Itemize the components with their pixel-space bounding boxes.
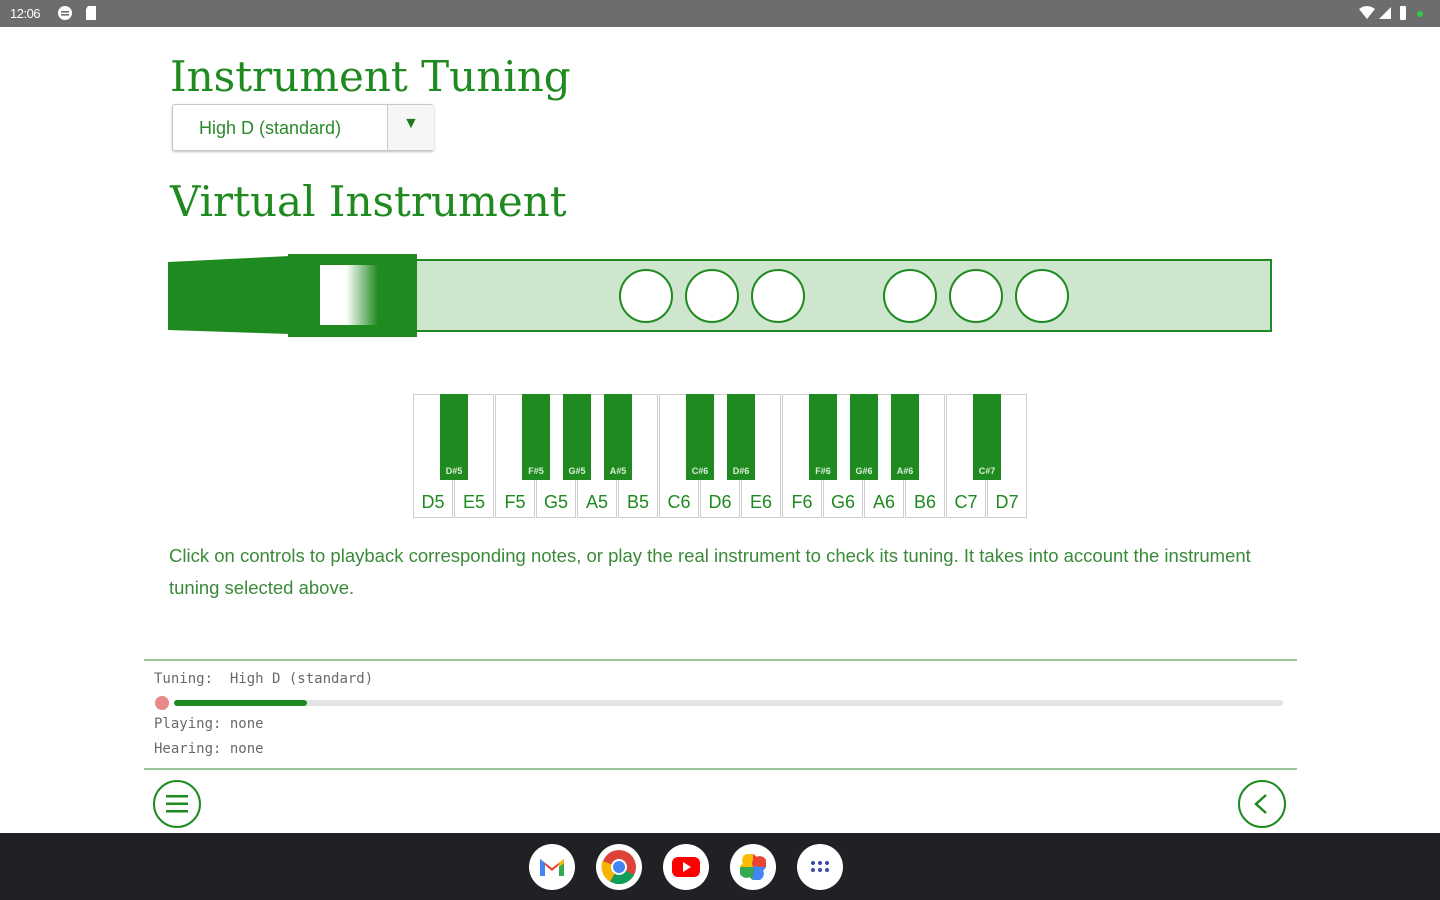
white-key-label: G6 [830, 492, 855, 512]
black-key-label: F#5 [528, 466, 544, 476]
black-key-d-sharp-5[interactable]: D#5 [440, 394, 468, 480]
black-key-d-sharp-6[interactable]: D#6 [727, 394, 755, 480]
tuning-status: Tuning: High D (standard) [154, 671, 373, 687]
finger-hole-6[interactable] [1015, 269, 1069, 323]
back-button[interactable] [1238, 780, 1286, 828]
white-key-label: F5 [504, 492, 526, 512]
black-key-g-sharp-6[interactable]: G#6 [850, 394, 878, 480]
whistle-body [415, 259, 1272, 332]
black-key-c-sharp-6[interactable]: C#6 [686, 394, 714, 480]
whistle-mouthpiece [168, 256, 290, 334]
photos-icon[interactable] [730, 844, 776, 890]
chevron-left-icon [1254, 794, 1267, 814]
playing-status-value: none [229, 716, 264, 732]
instructions-text: Click on controls to playback correspond… [169, 545, 1251, 598]
hearing-status-value: none [229, 741, 264, 757]
level-meter [174, 700, 1283, 706]
level-meter-fill [174, 700, 308, 706]
finger-hole-2[interactable] [685, 269, 739, 323]
hearing-status-label: Hearing: [154, 741, 222, 757]
piano-keyboard: D5 E5 F5 G5 A5 B5 C6 D6 E6 F6 G6 A6 B6 C7 D7 D#5 F#5 G#5 A… [413, 394, 1028, 520]
white-key-label: B5 [626, 492, 650, 512]
white-key-label: D6 [708, 492, 732, 512]
white-key-label: D7 [995, 492, 1019, 512]
finger-hole-1[interactable] [619, 269, 673, 323]
youtube-icon[interactable] [663, 844, 709, 890]
divider [144, 768, 1297, 770]
black-key-label: C#7 [978, 466, 996, 476]
white-key-label: A6 [872, 492, 896, 512]
white-key-label: E6 [749, 492, 773, 512]
white-key-label: C7 [954, 492, 978, 512]
black-key-f-sharp-5[interactable]: F#5 [522, 394, 550, 480]
black-key-c-sharp-7[interactable]: C#7 [973, 394, 1001, 480]
app-launcher-icon[interactable] [797, 844, 843, 890]
white-key-label: A5 [585, 492, 609, 512]
hamburger-menu-icon [166, 795, 188, 813]
gmail-icon[interactable] [529, 844, 575, 890]
white-key-label: F6 [791, 492, 813, 512]
tuning-status-label: Tuning: [154, 671, 214, 687]
whistle-windway [320, 265, 378, 325]
chrome-icon[interactable] [596, 844, 642, 890]
black-key-label: A#6 [896, 466, 914, 476]
divider [144, 659, 1297, 661]
record-indicator [155, 696, 169, 710]
white-key-label: E5 [462, 492, 486, 512]
tin-whistle-graphic [168, 254, 1272, 337]
playing-status-label: Playing: [154, 716, 222, 732]
tuning-status-value: High D (standard) [229, 671, 374, 687]
android-taskbar [0, 833, 1440, 900]
black-key-label: G#6 [855, 466, 873, 476]
black-key-a-sharp-5[interactable]: A#5 [604, 394, 632, 480]
black-key-label: F#6 [815, 466, 831, 476]
black-key-label: C#6 [691, 466, 709, 476]
finger-hole-5[interactable] [949, 269, 1003, 323]
black-key-label: G#5 [568, 466, 586, 476]
black-key-label: D#5 [445, 466, 463, 476]
white-key-label: G5 [543, 492, 568, 512]
playing-status: Playing: none [154, 716, 264, 732]
black-key-a-sharp-6[interactable]: A#6 [891, 394, 919, 480]
finger-hole-3[interactable] [751, 269, 805, 323]
white-key-label: D5 [421, 492, 445, 512]
white-key-label: B6 [913, 492, 937, 512]
finger-hole-4[interactable] [883, 269, 937, 323]
black-key-g-sharp-5[interactable]: G#5 [563, 394, 591, 480]
menu-button[interactable] [153, 780, 201, 828]
black-key-label: A#5 [609, 466, 627, 476]
white-key-label: C6 [667, 492, 691, 512]
black-key-f-sharp-6[interactable]: F#6 [809, 394, 837, 480]
hearing-status: Hearing: none [154, 741, 264, 757]
black-key-label: D#6 [732, 466, 750, 476]
